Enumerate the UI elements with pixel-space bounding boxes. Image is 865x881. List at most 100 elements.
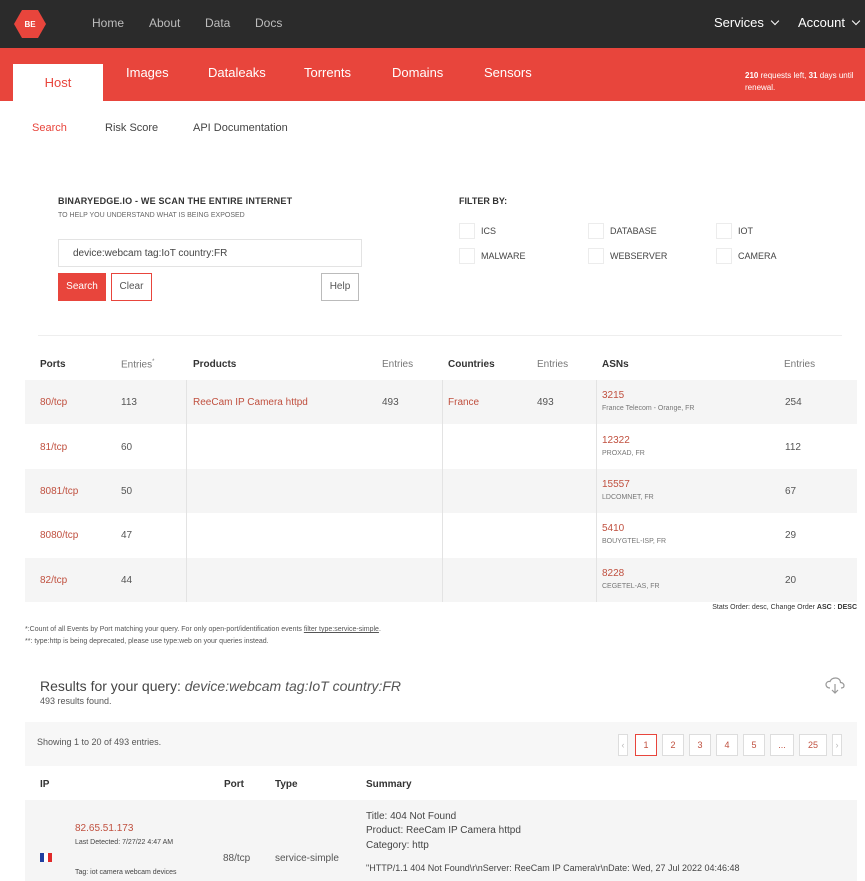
- chevron-down-icon: [770, 16, 780, 26]
- port-link[interactable]: 80/tcp: [40, 397, 67, 408]
- type-header: Type: [275, 779, 298, 790]
- search-input[interactable]: [58, 239, 362, 267]
- country-entries: 493: [537, 397, 554, 408]
- table-row: 82/tcp 44 8228 CEGETEL-AS, FR 20: [25, 558, 857, 602]
- port-link[interactable]: 8080/tcp: [40, 530, 78, 541]
- checkbox[interactable]: [716, 248, 732, 264]
- subnav-risk-score-link[interactable]: Risk Score: [105, 122, 158, 134]
- country-link[interactable]: France: [448, 397, 479, 408]
- results-title: Results for your query: device:webcam ta…: [40, 678, 401, 694]
- clear-button[interactable]: Clear: [111, 273, 152, 301]
- filter-label: WEBSERVER: [610, 251, 668, 261]
- port-header: Port: [224, 779, 244, 790]
- summary-header: Summary: [366, 779, 412, 790]
- pagination-bar: Showing 1 to 20 of 493 entries. ‹ 1 2 3 …: [25, 722, 857, 766]
- asn-link[interactable]: 5410: [602, 523, 624, 534]
- entries-footnote-mark: *: [152, 359, 155, 365]
- filter-type-link[interactable]: filter type:service-simple: [304, 626, 379, 633]
- nav-data-link[interactable]: Data: [205, 16, 230, 30]
- asn-entries: 254: [785, 397, 802, 408]
- footnote-end: .: [378, 626, 381, 633]
- ports-header: Ports: [40, 359, 66, 370]
- port-entries: 47: [121, 530, 133, 541]
- product-entries: 493: [382, 397, 399, 408]
- ip-link[interactable]: 82.65.51.173: [75, 823, 133, 834]
- services-menu[interactable]: Services: [714, 15, 780, 30]
- showing-entries: Showing 1 to 20 of 493 entries.: [37, 737, 162, 747]
- asn-entries: 112: [785, 442, 801, 453]
- footnote-entries: *:Count of all Events by Port matching y…: [25, 626, 381, 633]
- subnav-api-docs-link[interactable]: API Documentation: [193, 122, 288, 134]
- footnote-deprecation: **: type:http is being deprecated, pleas…: [25, 638, 269, 645]
- column-divider: [442, 380, 443, 602]
- svg-text:BE: BE: [24, 20, 36, 29]
- result-type: service-simple: [275, 853, 339, 864]
- product-link[interactable]: ReeCam IP Camera httpd: [193, 397, 308, 408]
- asn-name: France Telecom - Orange, FR: [602, 405, 695, 412]
- prev-page-button[interactable]: ‹: [618, 734, 628, 756]
- checkbox[interactable]: [459, 223, 475, 239]
- nav-docs-link[interactable]: Docs: [255, 16, 282, 30]
- page-4-button[interactable]: 4: [716, 734, 738, 756]
- nav-about-link[interactable]: About: [149, 16, 180, 30]
- nav-home-link[interactable]: Home: [92, 16, 124, 30]
- tab-domains[interactable]: Domains: [392, 65, 443, 80]
- next-page-button[interactable]: ›: [832, 734, 842, 756]
- tab-host[interactable]: Host: [13, 64, 103, 101]
- table-row: 8080/tcp 47 5410 BOUYGTEL-ISP, FR 29: [25, 513, 857, 557]
- help-button[interactable]: Help: [321, 273, 359, 301]
- port-link[interactable]: 8081/tcp: [40, 486, 78, 497]
- quota-status: 210 requests left, 31 days until renewal…: [745, 70, 863, 94]
- order-desc-link[interactable]: DESC: [838, 604, 857, 611]
- column-divider: [186, 380, 187, 602]
- search-heading: BINARYEDGE.IO - WE SCAN THE ENTIRE INTER…: [58, 196, 293, 206]
- tab-sensors[interactable]: Sensors: [484, 65, 532, 80]
- top-navbar: BE Home About Data Docs Services Account: [0, 0, 865, 48]
- account-menu[interactable]: Account: [798, 15, 861, 30]
- asn-name: CEGETEL-AS, FR: [602, 583, 660, 590]
- asn-link[interactable]: 8228: [602, 568, 624, 579]
- cloud-download-icon[interactable]: [825, 677, 845, 698]
- page-25-button[interactable]: 25: [799, 734, 827, 756]
- section-divider: [38, 335, 842, 336]
- search-button[interactable]: Search: [58, 273, 106, 301]
- order-asc-link[interactable]: ASC: [817, 604, 832, 611]
- port-link[interactable]: 82/tcp: [40, 575, 67, 586]
- result-port: 88/tcp: [223, 853, 251, 864]
- filter-label: CAMERA: [738, 251, 777, 261]
- checkbox[interactable]: [588, 223, 604, 239]
- quota-text-mid: requests left,: [758, 71, 809, 80]
- table-row: 80/tcp 113 ReeCam IP Camera httpd 493 Fr…: [25, 380, 857, 424]
- tab-dataleaks[interactable]: Dataleaks: [208, 65, 266, 80]
- port-entries: 113: [121, 397, 137, 408]
- asn-link[interactable]: 15557: [602, 479, 630, 490]
- page-1-button[interactable]: 1: [635, 734, 657, 756]
- checkbox[interactable]: [459, 248, 475, 264]
- port-link[interactable]: 81/tcp: [40, 442, 67, 453]
- page-5-button[interactable]: 5: [743, 734, 765, 756]
- subnav-search-link[interactable]: Search: [32, 122, 67, 134]
- asn-name: BOUYGTEL-ISP, FR: [602, 538, 667, 545]
- asn-link[interactable]: 12322: [602, 435, 630, 446]
- stats-order: Stats Order: desc, Change Order ASC : DE…: [640, 604, 857, 611]
- tab-images[interactable]: Images: [126, 65, 169, 80]
- checkbox[interactable]: [588, 248, 604, 264]
- table-row: 81/tcp 60 12322 PROXAD, FR 112: [25, 425, 857, 469]
- binaryedge-logo[interactable]: BE: [14, 10, 46, 38]
- page-3-button[interactable]: 3: [689, 734, 711, 756]
- tab-torrents[interactable]: Torrents: [304, 65, 351, 80]
- account-label: Account: [798, 15, 845, 30]
- port-entries: 50: [121, 486, 133, 497]
- quota-days: 31: [808, 71, 818, 80]
- asn-name: LDCOMNET, FR: [602, 494, 654, 501]
- page-2-button[interactable]: 2: [662, 734, 684, 756]
- products-header: Products: [193, 359, 237, 370]
- chevron-down-icon: [851, 16, 861, 26]
- product-tabs: Host Images Dataleaks Torrents Domains S…: [0, 48, 865, 101]
- checkbox[interactable]: [716, 223, 732, 239]
- summary-product: Product: ReeCam IP Camera httpd: [366, 825, 521, 836]
- asn-entries: 20: [785, 575, 797, 586]
- filter-label: ICS: [481, 226, 497, 236]
- asn-link[interactable]: 3215: [602, 390, 624, 401]
- ellipsis-button: ...: [770, 734, 794, 756]
